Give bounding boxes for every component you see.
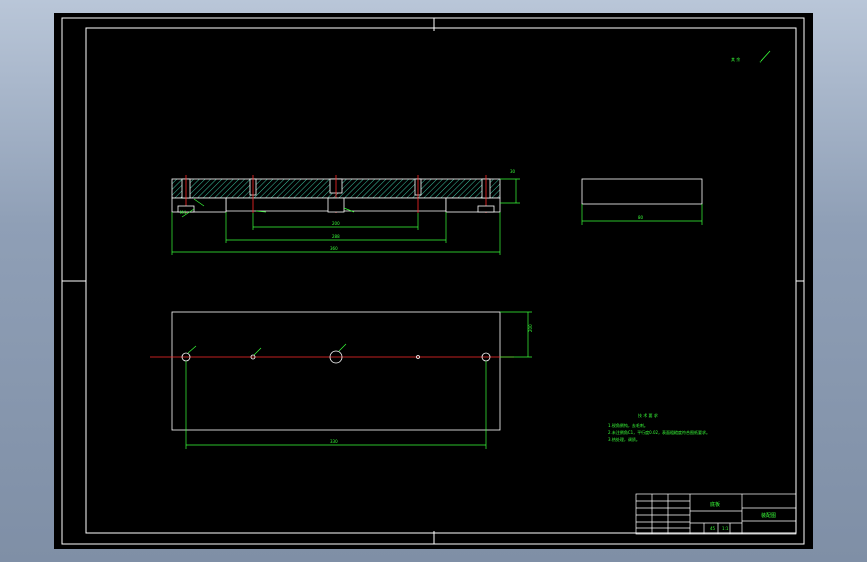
cad-drawing: 其 余 ✓ 360 288 200 30 M4 80 330 200 技 术 要… — [61, 17, 805, 545]
roughness-label: 其 余 — [731, 56, 740, 62]
notes-item-2: 2.未注倒角C1，平行度0.02，表面粗糙度符合图纸要求。 — [608, 429, 710, 435]
title-block-scale: 1:1 — [722, 526, 729, 531]
notes-title: 技 术 要 求 — [638, 412, 658, 418]
title-block-material: 45 — [710, 526, 716, 531]
notes-item-1: 1.锐角倒钝，去毛刺。 — [608, 422, 648, 428]
end-view: 80 — [581, 178, 703, 225]
dim-side-bottom: 200 — [332, 221, 340, 226]
dim-side-thread: M4 — [180, 210, 186, 215]
title-block-name: 底板 — [710, 501, 720, 508]
dim-plan-width: 80 — [638, 215, 644, 220]
dim-side-overall: 360 — [330, 246, 338, 251]
roughness-symbol: ✓ — [759, 59, 763, 65]
cad-canvas[interactable]: 其 余 ✓ 360 288 200 30 M4 80 330 200 技 术 要… — [54, 13, 813, 549]
inner-border — [85, 27, 797, 534]
plan-view: 330 200 — [150, 311, 533, 449]
notes-item-3: 3.热处理，调质。 — [608, 436, 640, 442]
title-block-drawing-no: 装配图 — [761, 512, 776, 519]
dim-side-height: 30 — [510, 169, 516, 174]
outer-border — [61, 17, 805, 545]
dim-front-length: 330 — [330, 439, 338, 444]
section-view: 360 288 200 30 M4 — [171, 169, 520, 255]
dim-side-inner: 288 — [332, 234, 340, 239]
dim-plan-height: 200 — [528, 324, 533, 332]
technical-notes: 技 术 要 求 1.锐角倒钝，去毛刺。 2.未注倒角C1，平行度0.02，表面粗… — [608, 412, 710, 442]
